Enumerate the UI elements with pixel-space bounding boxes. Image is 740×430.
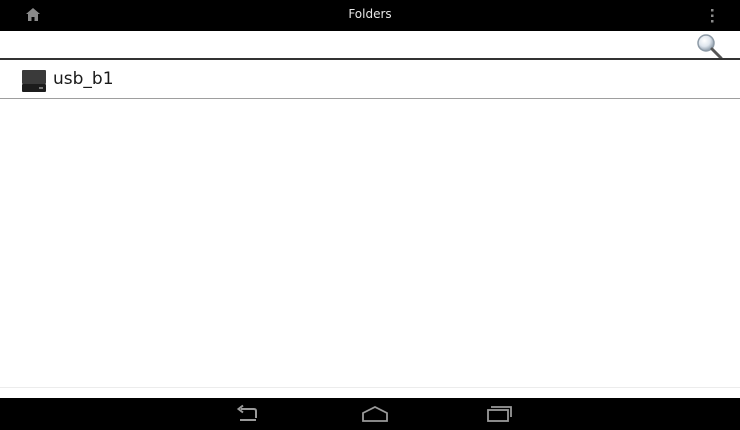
action-bar: Folders: [0, 0, 740, 31]
search-icon: [697, 34, 723, 60]
overflow-menu-button[interactable]: [704, 6, 720, 26]
recent-apps-button[interactable]: [484, 404, 514, 424]
usb-drive-icon: [22, 70, 46, 92]
folder-list: usb_b1: [0, 62, 740, 99]
home-outline-icon: [362, 405, 388, 422]
back-button[interactable]: [232, 404, 262, 424]
search-underline: [0, 58, 740, 60]
search-input[interactable]: [6, 33, 694, 55]
back-icon: [236, 404, 257, 421]
page-title: Folders: [348, 7, 392, 21]
nav-home-button[interactable]: [360, 404, 390, 424]
list-item-label: usb_b1: [53, 69, 114, 89]
recent-apps-icon: [487, 406, 512, 422]
divider: [0, 387, 740, 388]
search-button[interactable]: [694, 33, 724, 61]
overflow-menu-icon: [711, 9, 714, 23]
search-bar: [0, 31, 740, 60]
folders-screen: Folders usb_b1: [0, 0, 740, 430]
navigation-bar: [0, 398, 740, 430]
list-item[interactable]: usb_b1: [0, 62, 740, 99]
